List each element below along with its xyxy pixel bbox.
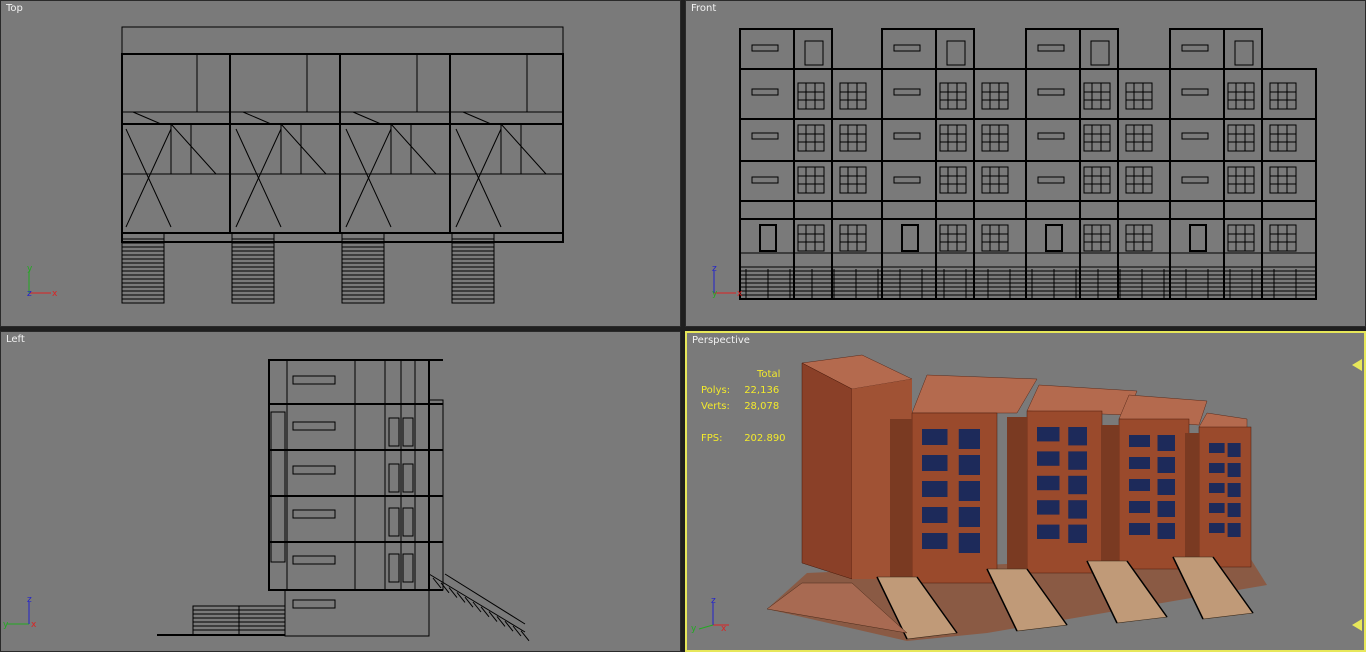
left-wireframe <box>157 359 530 642</box>
svg-text:x: x <box>52 289 58 299</box>
svg-text:y: y <box>691 624 697 634</box>
axis-tripod-icon: x y z <box>27 264 58 299</box>
top-wireframe <box>121 26 564 304</box>
svg-text:y: y <box>27 264 33 274</box>
viewport-grid: Top x y z Front x z y Left y z x Perspec… <box>0 0 1366 652</box>
svg-text:y: y <box>3 620 9 630</box>
perspective-render <box>766 354 1267 641</box>
safe-frame-marker-icon <box>1352 359 1362 371</box>
svg-text:x: x <box>721 624 727 634</box>
svg-text:z: z <box>27 289 32 299</box>
left-viewport[interactable]: Left y z x <box>0 331 681 652</box>
svg-text:z: z <box>712 264 717 274</box>
front-wireframe <box>739 28 1317 300</box>
perspective-viewport[interactable]: Perspective Total Polys: 22,136 Verts: 2… <box>685 331 1366 652</box>
front-viewport[interactable]: Front x z y <box>685 0 1366 327</box>
axis-tripod-icon: x z y <box>712 264 743 299</box>
svg-text:x: x <box>31 620 37 630</box>
top-viewport[interactable]: Top x y z <box>0 0 681 327</box>
safe-frame-marker-icon <box>1352 619 1362 631</box>
svg-text:y: y <box>712 289 718 299</box>
axis-tripod-icon: z y x <box>691 596 729 634</box>
axis-tripod-icon: y z x <box>3 595 37 630</box>
top-stairs <box>121 232 495 304</box>
svg-text:z: z <box>27 595 32 605</box>
svg-text:z: z <box>711 596 716 606</box>
svg-text:x: x <box>737 289 743 299</box>
